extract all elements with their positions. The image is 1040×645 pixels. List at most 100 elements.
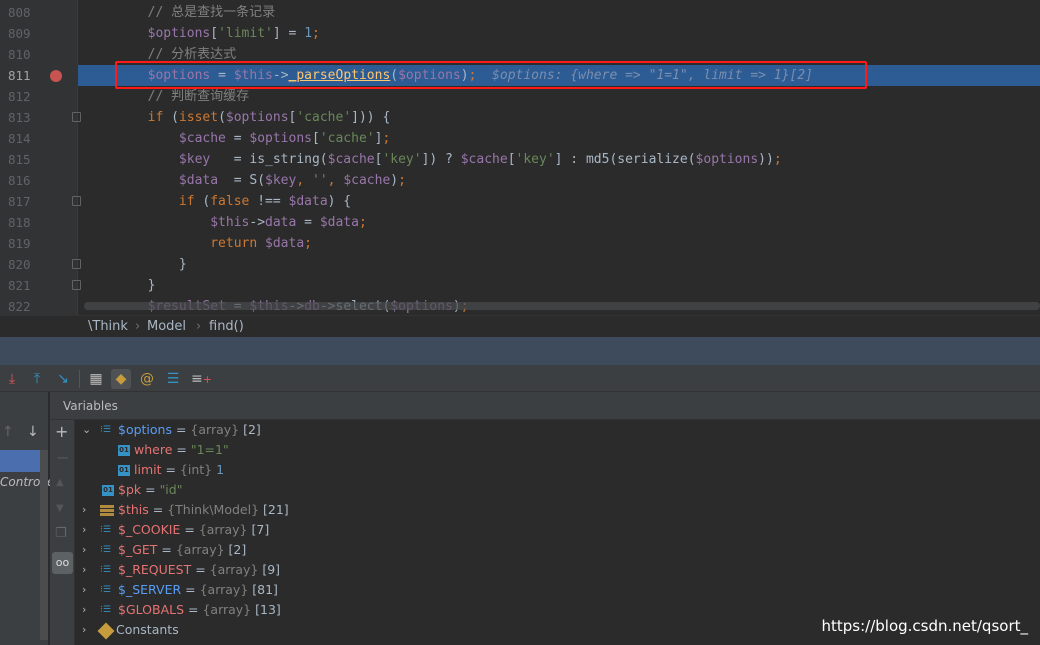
code-line[interactable]: 819 return $data; — [0, 233, 1040, 254]
run-to-cursor-icon[interactable]: ↘ — [53, 369, 73, 389]
code-line[interactable]: 815 $key = is_string($cache['key']) ? $c… — [0, 149, 1040, 170]
variable-row[interactable]: › ⁝☰ $_COOKIE = {array} [7] — [82, 520, 269, 540]
variable-type: {array} — [199, 582, 249, 597]
line-number[interactable]: 816 — [8, 170, 42, 191]
add-icon[interactable]: + — [55, 422, 68, 441]
code-line[interactable]: 808 // 总是查找一条记录 — [0, 2, 1040, 23]
fold-marker-icon[interactable] — [72, 112, 81, 122]
array-icon: ⁝☰ — [100, 565, 111, 575]
breadcrumb-class[interactable]: Model — [147, 316, 186, 338]
breadcrumb-method[interactable]: find() — [209, 316, 244, 338]
frames-scrollbar[interactable] — [40, 450, 48, 640]
code-token: ( — [218, 110, 226, 125]
variable-row[interactable]: › $this = {Think\Model} [21] — [82, 500, 289, 520]
remove-icon[interactable]: − — [56, 448, 69, 467]
chevron-right-icon[interactable]: › — [82, 620, 94, 640]
variable-row[interactable]: 01 limit = {int} 1 — [118, 460, 224, 480]
variable-type: {array} — [202, 602, 252, 617]
code-line[interactable]: 821 } — [0, 275, 1040, 296]
variable-row[interactable]: › ⁝☰ $_REQUEST = {array} [9] — [82, 560, 280, 580]
line-number[interactable]: 814 — [8, 128, 42, 149]
chevron-right-icon[interactable]: › — [82, 540, 94, 560]
code-text: $data = S($key, '', $cache); — [85, 170, 406, 191]
code-text: $key = is_string($cache['key']) ? $cache… — [85, 149, 782, 170]
move-down-icon[interactable]: ▼ — [56, 503, 64, 514]
chevron-right-icon[interactable]: › — [82, 580, 94, 600]
code-line[interactable]: 809 $options['limit'] = 1; — [0, 23, 1040, 44]
code-line[interactable]: 818 $this->data = $data; — [0, 212, 1040, 233]
variable-row[interactable]: ⌄ ⁝☰ $options = {array} [2] — [82, 420, 261, 440]
variable-row[interactable]: › ⁝☰ $GLOBALS = {array} [13] — [82, 600, 281, 620]
code-token: )) — [758, 152, 774, 167]
chevron-right-icon[interactable]: › — [82, 500, 94, 520]
variables-actions: + − ▲ ▼ ❐ oo — [50, 420, 75, 645]
code-line[interactable]: 820 } — [0, 254, 1040, 275]
variable-row[interactable]: › Constants — [82, 620, 179, 640]
chevron-down-icon[interactable]: ⌄ — [82, 420, 94, 440]
step-into-icon[interactable]: ⤓ — [2, 369, 22, 389]
code-token: 'cache' — [319, 131, 375, 146]
code-line[interactable]: 816 $data = S($key, '', $cache); — [0, 170, 1040, 191]
add-watch-list-icon[interactable]: ≡+ — [191, 369, 212, 389]
frame-selected[interactable] — [0, 450, 40, 472]
constants-toggle-icon[interactable]: ◆ — [111, 369, 131, 389]
code-token: '' — [312, 173, 328, 188]
line-number[interactable]: 817 — [8, 191, 42, 212]
line-number[interactable]: 819 — [8, 233, 42, 254]
arrow-up-icon[interactable]: ↑ — [2, 424, 14, 440]
code-line[interactable]: 813 if (isset($options['cache'])) { — [0, 107, 1040, 128]
code-text: $cache = $options['cache']; — [85, 128, 390, 149]
at-icon[interactable]: @ — [137, 369, 157, 389]
variables-tree[interactable]: ⌄ ⁝☰ $options = {array} [2] 01 where = "1=1"… — [76, 420, 1040, 645]
variable-row[interactable]: 01 where = "1=1" — [118, 440, 229, 460]
chevron-right-icon[interactable]: › — [82, 600, 94, 620]
code-text: } — [85, 275, 156, 296]
code-editor[interactable]: 808 // 总是查找一条记录 809 $options['limit'] = 1… — [0, 0, 1040, 315]
line-number[interactable]: 820 — [8, 254, 42, 275]
code-token: , — [327, 173, 344, 188]
breadcrumb-namespace[interactable]: \Think — [88, 316, 128, 338]
code-token: 'key' — [515, 152, 555, 167]
debug-tool-window-header — [0, 337, 1040, 365]
code-token: 'key' — [382, 152, 422, 167]
line-number[interactable]: 821 — [8, 275, 42, 296]
chevron-right-icon[interactable]: › — [82, 520, 94, 540]
step-out-icon[interactable]: ⤒ — [27, 369, 47, 389]
fold-marker-icon[interactable] — [72, 196, 81, 206]
chevron-right-icon[interactable]: › — [82, 560, 94, 580]
arrow-down-icon[interactable]: ↓ — [27, 424, 39, 440]
list-icon[interactable]: ☰ — [163, 369, 183, 389]
variable-type: {array} — [209, 562, 259, 577]
code-token: $cache — [178, 131, 226, 146]
breakpoint-icon[interactable] — [50, 70, 62, 82]
glasses-icon[interactable]: oo — [52, 552, 73, 574]
code-line[interactable]: 814 $cache = $options['cache']; — [0, 128, 1040, 149]
line-number[interactable]: 810 — [8, 44, 42, 65]
move-up-icon[interactable]: ▲ — [56, 477, 64, 488]
variable-name: $pk — [118, 482, 142, 497]
variable-type: {array} — [190, 422, 240, 437]
variable-row[interactable]: 01 $pk = "id" — [102, 480, 182, 500]
code-token: ] = — [272, 26, 305, 41]
horizontal-scrollbar[interactable] — [84, 302, 1040, 310]
code-line[interactable]: 812 // 判断查询缓存 — [0, 86, 1040, 107]
variable-row[interactable]: › ⁝☰ $_SERVER = {array} [81] — [82, 580, 278, 600]
code-text: } — [85, 254, 187, 275]
fold-marker-icon[interactable] — [72, 280, 81, 290]
copy-icon[interactable]: ❐ — [55, 526, 67, 541]
line-number[interactable]: 822 — [8, 296, 42, 315]
code-token: $cache — [343, 173, 391, 188]
watermark: https://blog.csdn.net/qsort_ — [821, 617, 1028, 635]
line-number[interactable]: 808 — [8, 2, 42, 23]
evaluate-expression-icon[interactable]: ▦ — [86, 369, 106, 389]
line-number[interactable]: 818 — [8, 212, 42, 233]
line-number[interactable]: 815 — [8, 149, 42, 170]
code-line[interactable]: 817 if (false !== $data) { — [0, 191, 1040, 212]
line-number[interactable]: 813 — [8, 107, 42, 128]
fold-marker-icon[interactable] — [72, 259, 81, 269]
variable-row[interactable]: › ⁝☰ $_GET = {array} [2] — [82, 540, 246, 560]
line-number[interactable]: 809 — [8, 23, 42, 44]
code-token: if — [178, 194, 203, 209]
line-number[interactable]: 811 — [8, 65, 42, 86]
line-number[interactable]: 812 — [8, 86, 42, 107]
